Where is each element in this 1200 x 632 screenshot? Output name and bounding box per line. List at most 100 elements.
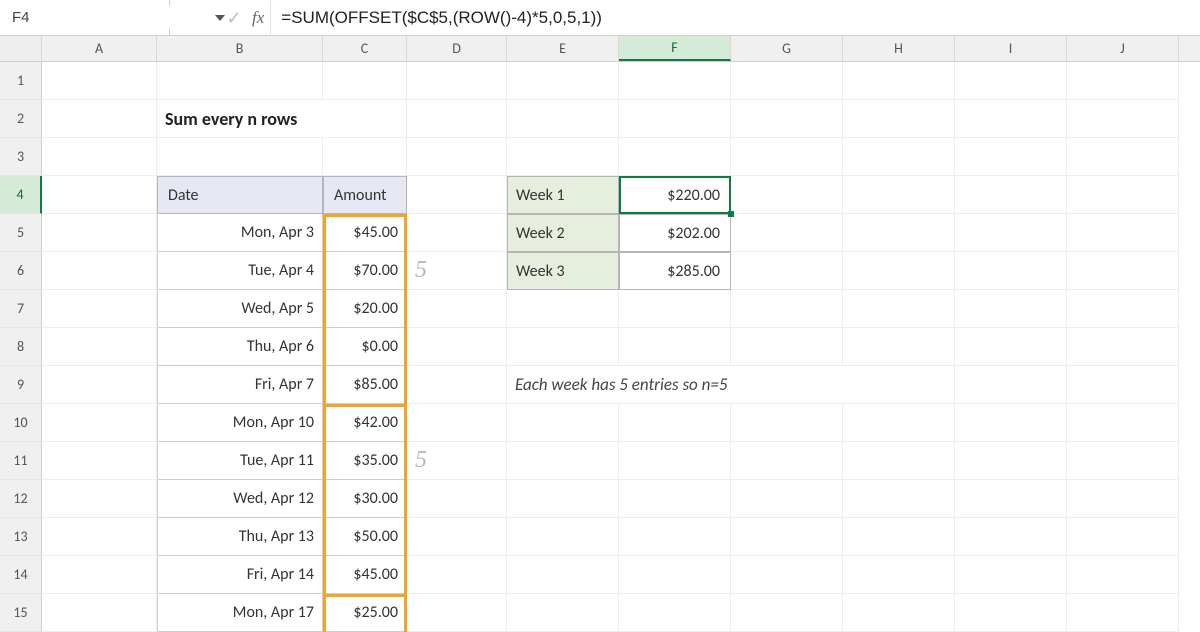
cell-i9[interactable] xyxy=(955,366,1067,404)
cell-a2[interactable] xyxy=(42,100,157,138)
cell-a15[interactable] xyxy=(42,594,157,632)
col-header-c[interactable]: C xyxy=(323,36,407,61)
row-header-15[interactable]: 15 xyxy=(0,594,42,632)
cell-i8[interactable] xyxy=(955,328,1067,366)
cell-e13[interactable] xyxy=(507,518,619,556)
row-header-3[interactable]: 3 xyxy=(0,138,42,176)
cell-d8[interactable] xyxy=(407,328,507,366)
cell-a11[interactable] xyxy=(42,442,157,480)
cell-f2[interactable] xyxy=(619,100,731,138)
cell-f13[interactable] xyxy=(619,518,731,556)
cell-g2[interactable] xyxy=(731,100,843,138)
cell-j13[interactable] xyxy=(1067,518,1179,556)
cell-d13[interactable] xyxy=(407,518,507,556)
cell-f1[interactable] xyxy=(619,62,731,100)
cell-h6[interactable] xyxy=(843,252,955,290)
row-header-10[interactable]: 10 xyxy=(0,404,42,442)
row-header-5[interactable]: 5 xyxy=(0,214,42,252)
cell-j10[interactable] xyxy=(1067,404,1179,442)
row-header-1[interactable]: 1 xyxy=(0,62,42,100)
cell-g10[interactable] xyxy=(731,404,843,442)
cell-d1[interactable] xyxy=(407,62,507,100)
cell-c3[interactable] xyxy=(323,138,407,176)
cell-i5[interactable] xyxy=(955,214,1067,252)
col-header-e[interactable]: E xyxy=(507,36,619,61)
cell-e11[interactable] xyxy=(507,442,619,480)
table-cell-date-8[interactable]: Thu, Apr 13 xyxy=(157,518,323,556)
cell-d6[interactable]: 5 xyxy=(407,252,507,290)
cell-h10[interactable] xyxy=(843,404,955,442)
table-cell-amount-9[interactable]: $45.00 xyxy=(323,556,407,594)
cell-g4[interactable] xyxy=(731,176,843,214)
table-cell-amount-6[interactable]: $35.00 xyxy=(323,442,407,480)
cell-j1[interactable] xyxy=(1067,62,1179,100)
cell-h3[interactable] xyxy=(843,138,955,176)
cell-g5[interactable] xyxy=(731,214,843,252)
cell-g11[interactable] xyxy=(731,442,843,480)
table-cell-date-1[interactable]: Tue, Apr 4 xyxy=(157,252,323,290)
cell-h5[interactable] xyxy=(843,214,955,252)
cell-j3[interactable] xyxy=(1067,138,1179,176)
cell-e7[interactable] xyxy=(507,290,619,328)
cell-i2[interactable] xyxy=(955,100,1067,138)
cell-g1[interactable] xyxy=(731,62,843,100)
cell-c1[interactable] xyxy=(323,62,407,100)
cell-e12[interactable] xyxy=(507,480,619,518)
cell-j12[interactable] xyxy=(1067,480,1179,518)
table-cell-amount-5[interactable]: $42.00 xyxy=(323,404,407,442)
table-header-amount[interactable]: Amount xyxy=(323,176,407,214)
cell-f14[interactable] xyxy=(619,556,731,594)
row-header-9[interactable]: 9 xyxy=(0,366,42,404)
cell-a1[interactable] xyxy=(42,62,157,100)
cell-a9[interactable] xyxy=(42,366,157,404)
cell-b1[interactable] xyxy=(157,62,323,100)
table-cell-date-10[interactable]: Mon, Apr 17 xyxy=(157,594,323,632)
row-header-12[interactable]: 12 xyxy=(0,480,42,518)
cell-h13[interactable] xyxy=(843,518,955,556)
cell-j2[interactable] xyxy=(1067,100,1179,138)
table-cell-amount-3[interactable]: $0.00 xyxy=(323,328,407,366)
cell-i14[interactable] xyxy=(955,556,1067,594)
cell-b3[interactable] xyxy=(157,138,323,176)
cell-a7[interactable] xyxy=(42,290,157,328)
col-header-j[interactable]: J xyxy=(1067,36,1179,61)
row-header-7[interactable]: 7 xyxy=(0,290,42,328)
cell-i13[interactable] xyxy=(955,518,1067,556)
cell-f8[interactable] xyxy=(619,328,731,366)
cell-h14[interactable] xyxy=(843,556,955,594)
cell-f12[interactable] xyxy=(619,480,731,518)
cell-d5[interactable] xyxy=(407,214,507,252)
cell-a14[interactable] xyxy=(42,556,157,594)
row-header-2[interactable]: 2 xyxy=(0,100,42,138)
row-header-13[interactable]: 13 xyxy=(0,518,42,556)
summary-label-week3[interactable]: Week 3 xyxy=(507,252,619,290)
cell-h15[interactable] xyxy=(843,594,955,632)
col-header-f[interactable]: F xyxy=(619,36,731,61)
cell-e2[interactable] xyxy=(507,100,619,138)
cell-j8[interactable] xyxy=(1067,328,1179,366)
cell-g12[interactable] xyxy=(731,480,843,518)
formula-input[interactable] xyxy=(270,0,1200,35)
table-cell-amount-0[interactable]: $45.00 xyxy=(323,214,407,252)
table-cell-date-5[interactable]: Mon, Apr 10 xyxy=(157,404,323,442)
cell-e10[interactable] xyxy=(507,404,619,442)
cell-d10[interactable] xyxy=(407,404,507,442)
table-cell-amount-1[interactable]: $70.00 xyxy=(323,252,407,290)
table-cell-date-4[interactable]: Fri, Apr 7 xyxy=(157,366,323,404)
cell-i6[interactable] xyxy=(955,252,1067,290)
cell-f7[interactable] xyxy=(619,290,731,328)
cell-a13[interactable] xyxy=(42,518,157,556)
cell-i7[interactable] xyxy=(955,290,1067,328)
cell-h2[interactable] xyxy=(843,100,955,138)
cell-j9[interactable] xyxy=(1067,366,1179,404)
select-all-corner[interactable] xyxy=(0,36,42,61)
cell-e8[interactable] xyxy=(507,328,619,366)
cell-f3[interactable] xyxy=(619,138,731,176)
row-header-4[interactable]: 4 xyxy=(0,176,42,214)
cell-a12[interactable] xyxy=(42,480,157,518)
col-header-a[interactable]: A xyxy=(42,36,157,61)
cell-h11[interactable] xyxy=(843,442,955,480)
cell-a5[interactable] xyxy=(42,214,157,252)
cell-j4[interactable] xyxy=(1067,176,1179,214)
row-header-6[interactable]: 6 xyxy=(0,252,42,290)
